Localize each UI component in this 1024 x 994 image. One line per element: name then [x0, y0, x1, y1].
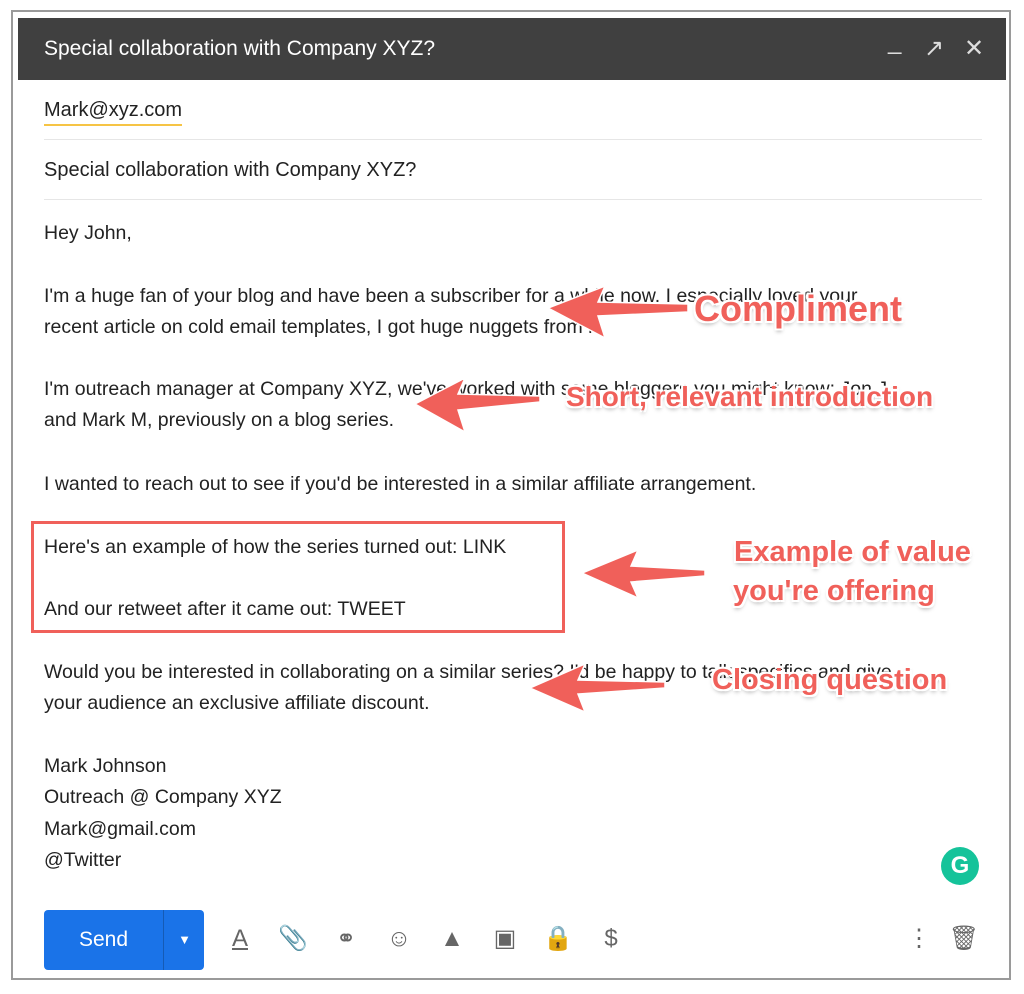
- send-button-group: Send ▼: [44, 910, 204, 970]
- annotation-value-line1: Example of value: [734, 536, 971, 568]
- arrow-closing: [528, 662, 666, 714]
- annotation-value-line2: you're offering: [733, 575, 935, 607]
- link-icon[interactable]: ⚭: [330, 922, 362, 956]
- send-button[interactable]: Send: [44, 910, 163, 970]
- more-options-icon[interactable]: ⋮: [903, 922, 935, 956]
- arrow-value: [580, 548, 706, 600]
- confidential-mode-icon[interactable]: 🔒: [542, 922, 574, 956]
- annotation-arrows: [413, 284, 706, 714]
- send-options-dropdown[interactable]: ▼: [163, 910, 205, 970]
- emoji-icon[interactable]: ☺: [383, 922, 415, 956]
- trash-icon[interactable]: 🗑: [948, 922, 980, 956]
- photo-icon[interactable]: ▣: [489, 922, 521, 956]
- money-icon[interactable]: $: [595, 922, 627, 956]
- format-text-icon[interactable]: A: [224, 922, 256, 956]
- grammarly-icon[interactable]: G: [941, 847, 979, 885]
- annotation-closing: Closing question: [712, 664, 948, 696]
- caret-down-icon: ▼: [178, 932, 191, 947]
- annotation-compliment: Compliment: [694, 288, 903, 329]
- annotation-introduction: Short, relevant introduction: [566, 381, 934, 412]
- drive-icon[interactable]: ▲: [436, 922, 468, 956]
- arrow-introduction: [413, 376, 541, 434]
- attach-icon[interactable]: 📎: [277, 922, 309, 956]
- arrow-compliment: [546, 284, 689, 340]
